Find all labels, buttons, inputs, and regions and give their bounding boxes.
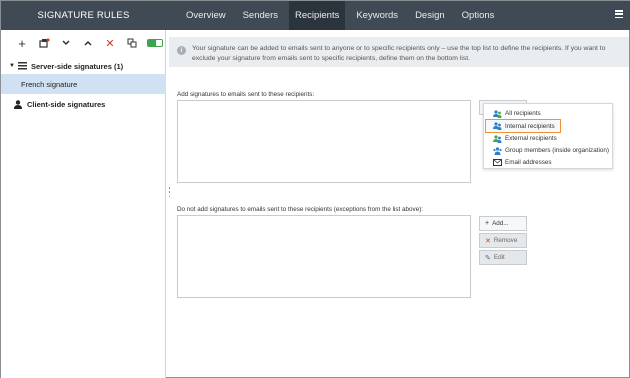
chevron-down-icon[interactable]: ▼ — [7, 63, 17, 69]
new-signature-icon[interactable] — [33, 35, 55, 51]
app-window: SIGNATURE RULES Overview Senders Recipie… — [0, 0, 630, 378]
tab-recipients[interactable]: Recipients — [288, 1, 346, 30]
enable-toggle[interactable] — [147, 39, 163, 47]
list-icon — [17, 62, 27, 70]
tab-options[interactable]: Options — [462, 1, 495, 30]
panel-splitter[interactable] — [168, 187, 171, 197]
exclude-recipients-list[interactable] — [177, 215, 471, 298]
tab-design[interactable]: Design — [415, 1, 445, 30]
tab-senders[interactable]: Senders — [243, 1, 278, 30]
rules-sidebar: + ✕ ▼ Server-side signatures (1) French … — [1, 30, 166, 378]
app-title: SIGNATURE RULES — [1, 1, 166, 30]
tree-group-label: Server-side signatures (1) — [31, 61, 124, 71]
menu-icon[interactable] — [615, 10, 623, 18]
delete-button[interactable]: ✕ — [99, 35, 121, 51]
move-down-button[interactable] — [55, 35, 77, 51]
group-icon — [493, 146, 502, 155]
dropdown-item-email-addresses[interactable]: Email addresses — [486, 157, 612, 168]
move-up-button[interactable] — [77, 35, 99, 51]
copy-icon[interactable] — [121, 35, 143, 51]
tree-item-label: French signature — [21, 79, 78, 89]
dropdown-item-internal-recipients[interactable]: Internal recipients — [485, 119, 561, 133]
tab-bar: Overview Senders Recipients Keywords Des… — [166, 1, 630, 30]
exclude-remove-button[interactable]: ✕ Remove — [479, 233, 527, 248]
tree-item-french-signature[interactable]: French signature — [1, 74, 166, 94]
dropdown-item-all-recipients[interactable]: All recipients — [486, 108, 612, 119]
exclude-edit-button[interactable]: ✎ Edit — [479, 250, 527, 265]
plus-icon: + — [485, 220, 490, 227]
dropdown-item-group-members[interactable]: Group members (inside organization) — [486, 145, 612, 156]
tree-group-server-side[interactable]: ▼ Server-side signatures (1) — [1, 56, 166, 76]
info-banner: i Your signature can be added to emails … — [169, 37, 629, 67]
exclude-add-button[interactable]: + Add... — [479, 216, 527, 231]
add-button[interactable]: + — [11, 35, 33, 51]
include-list-label: Add signatures to emails sent to these r… — [177, 91, 315, 98]
pencil-icon: ✎ — [485, 254, 491, 262]
include-recipients-list[interactable] — [177, 100, 471, 183]
tab-overview[interactable]: Overview — [186, 1, 226, 30]
people-icon — [493, 122, 502, 130]
tree-group-client-side[interactable]: Client-side signatures — [1, 94, 166, 114]
user-icon — [13, 99, 23, 109]
exclude-list-label: Do not add signatures to emails sent to … — [177, 206, 424, 213]
close-icon: ✕ — [485, 237, 491, 245]
tree-group-label: Client-side signatures — [27, 99, 106, 109]
info-text: Your signature can be added to emails se… — [192, 45, 606, 62]
info-icon: i — [177, 46, 186, 55]
people-icon — [493, 134, 502, 143]
recipient-type-dropdown: All recipients Internal recipients Exter… — [483, 103, 613, 169]
dropdown-item-external-recipients[interactable]: External recipients — [486, 133, 612, 144]
sidebar-toolbar: + ✕ — [1, 30, 166, 56]
email-icon — [493, 159, 502, 167]
tab-keywords[interactable]: Keywords — [356, 1, 398, 30]
people-icon — [493, 109, 502, 118]
